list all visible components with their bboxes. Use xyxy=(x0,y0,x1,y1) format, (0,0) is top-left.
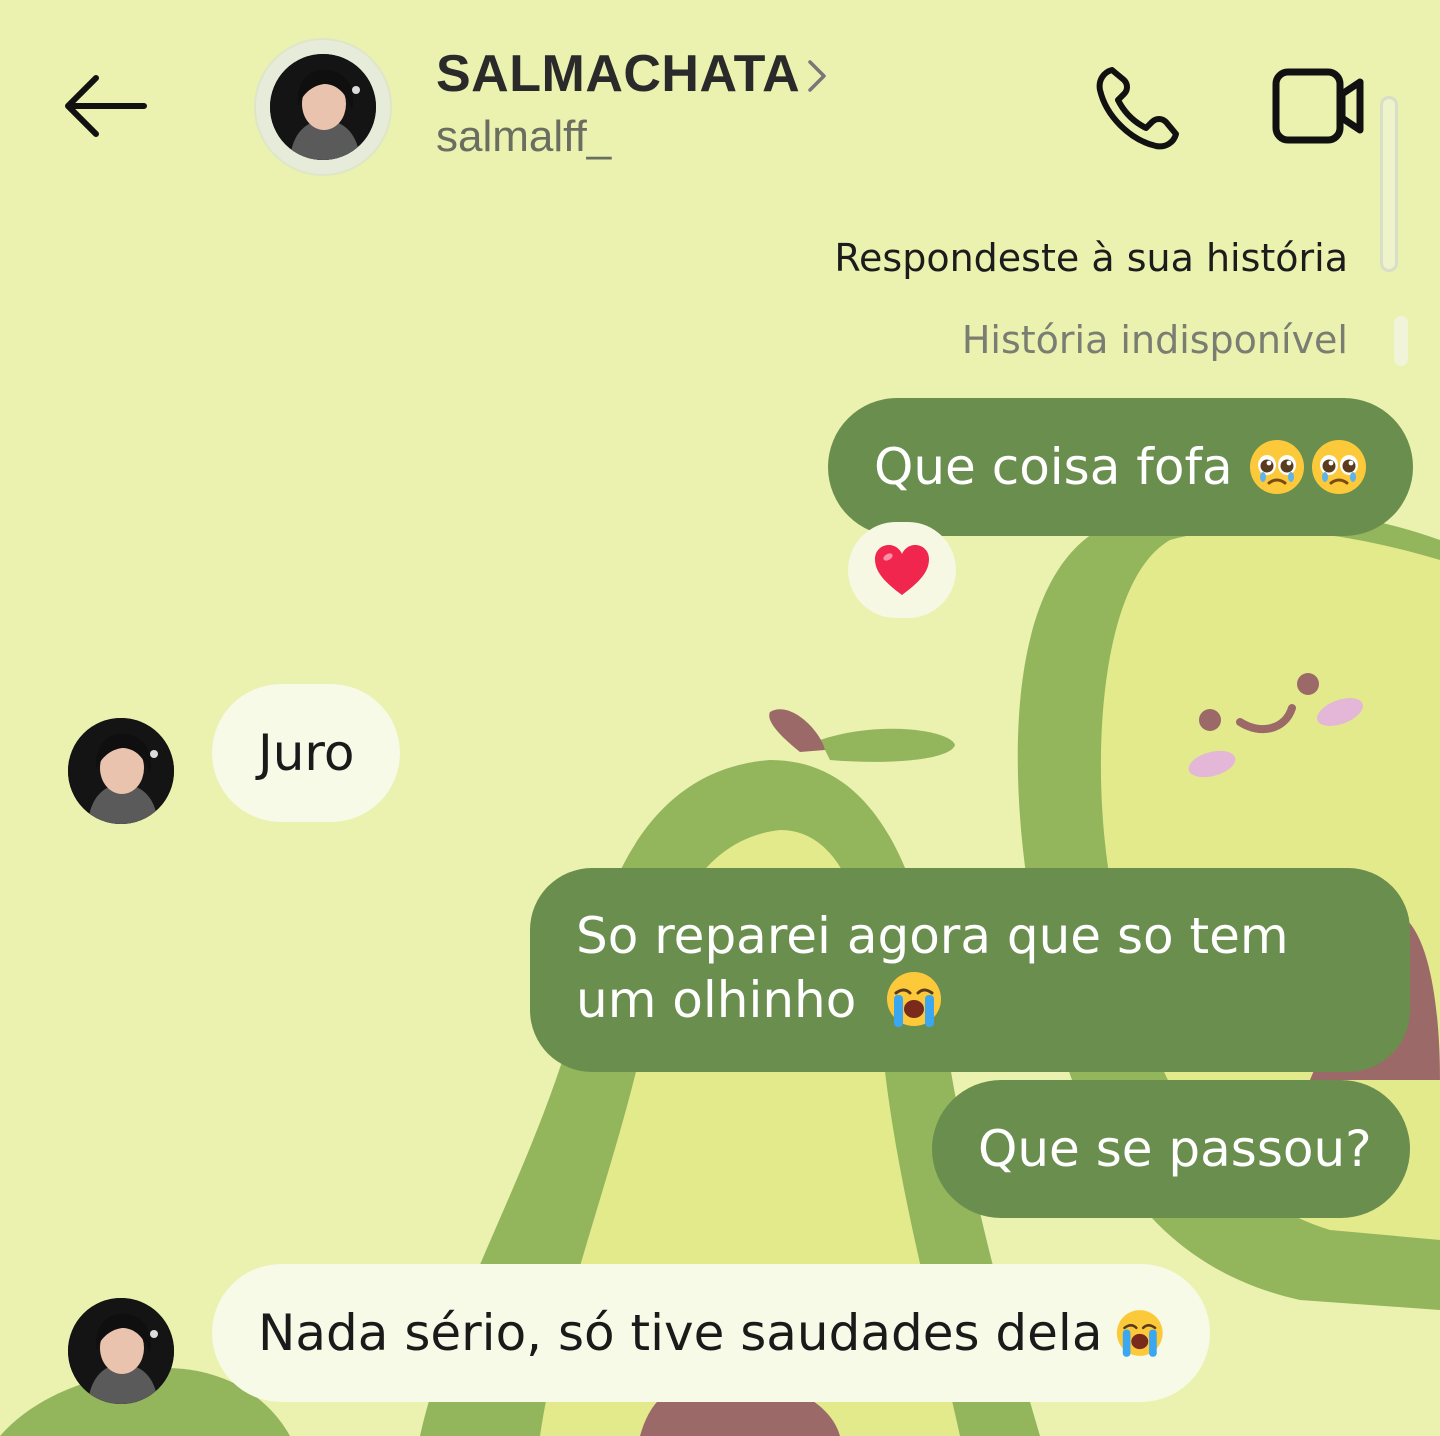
back-arrow-icon[interactable] xyxy=(60,70,150,140)
loudly-crying-face-emoji xyxy=(887,972,942,1027)
message-bubble-outgoing[interactable]: So reparei agora que so tem um olhinho xyxy=(530,868,1410,1072)
profile-photo xyxy=(68,718,174,824)
video-camera-icon[interactable] xyxy=(1270,64,1368,148)
message-bubble-outgoing[interactable]: Que se passou? xyxy=(932,1080,1410,1218)
chevron-right-icon[interactable] xyxy=(802,54,830,98)
avatar[interactable] xyxy=(68,718,174,824)
phone-icon[interactable] xyxy=(1092,62,1184,154)
pleading-face-emoji xyxy=(1311,440,1366,494)
message-bubble-incoming[interactable]: Juro xyxy=(212,684,401,822)
story-reply-note: Respondeste à sua história xyxy=(834,236,1348,280)
contact-username[interactable]: salmalff_ xyxy=(436,112,611,162)
message-text: Que se passou? xyxy=(978,1120,1372,1178)
story-preview-bar xyxy=(1394,316,1408,366)
avocado-wallpaper xyxy=(0,506,1440,1436)
loudly-crying-face-emoji xyxy=(1117,1310,1164,1357)
message-bubble-outgoing[interactable]: Que coisa fofa xyxy=(828,398,1413,536)
message-text: Nada sério, só tive saudades dela xyxy=(258,1304,1103,1362)
pleading-face-emoji xyxy=(1249,440,1304,494)
message-bubble-incoming[interactable]: Nada sério, só tive saudades dela xyxy=(212,1264,1210,1402)
profile-photo xyxy=(270,54,376,160)
story-unavailable-label: História indisponível xyxy=(961,318,1348,362)
story-preview-bar[interactable] xyxy=(1380,96,1398,272)
message-text: Que coisa fofa xyxy=(874,438,1233,496)
message-reaction[interactable] xyxy=(848,522,956,618)
red-heart-emoji xyxy=(875,545,929,595)
avatar[interactable] xyxy=(270,54,376,160)
avatar[interactable] xyxy=(68,1298,174,1404)
message-text: Juro xyxy=(258,724,355,782)
profile-photo xyxy=(68,1298,174,1404)
contact-name[interactable]: SALMACHATA xyxy=(436,44,800,104)
